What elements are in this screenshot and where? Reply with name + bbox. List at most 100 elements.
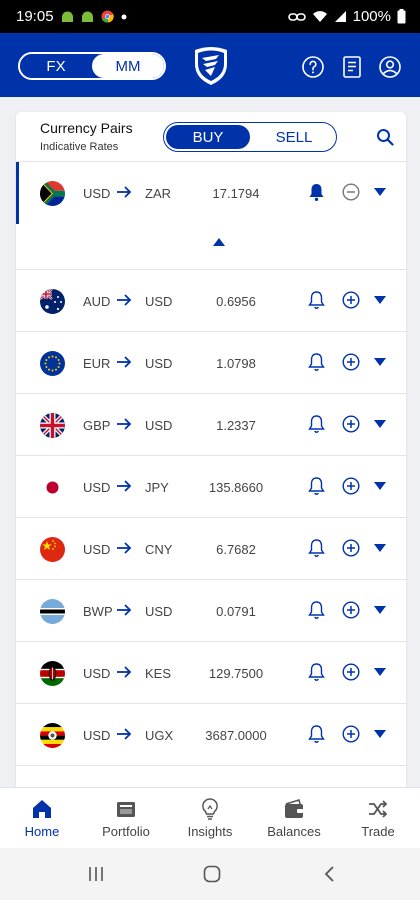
shuffle-icon [369, 800, 388, 818]
plus-circle-icon[interactable] [342, 663, 360, 681]
currency-row[interactable]: USD KES 129.7500 [16, 642, 406, 704]
chevron-down-icon[interactable] [374, 668, 386, 676]
nav-label: Insights [187, 824, 233, 839]
rate-value: 17.1794 [212, 186, 260, 201]
plus-circle-icon[interactable] [342, 725, 360, 743]
rate-value: 0.6956 [216, 294, 256, 309]
chevron-down-icon[interactable] [374, 730, 386, 738]
bw-flag-icon [40, 599, 65, 624]
arrow-right-icon [117, 356, 132, 368]
expanded-row-panel [16, 224, 406, 270]
chevron-up-icon[interactable] [213, 238, 225, 246]
chevron-down-icon[interactable] [374, 296, 386, 304]
minus-circle-icon[interactable] [342, 183, 360, 201]
home-icon [33, 800, 51, 818]
search-icon[interactable] [376, 128, 394, 146]
za-flag-icon [40, 181, 65, 206]
recents-icon[interactable] [86, 864, 106, 884]
currency-from: BWP [83, 604, 113, 619]
battery-icon [397, 9, 406, 24]
plus-circle-icon[interactable] [342, 477, 360, 495]
currency-row[interactable]: USD UGX 3687.0000 [16, 704, 406, 766]
nav-insights[interactable]: Insights [168, 788, 252, 849]
arrow-right-icon [117, 294, 132, 306]
currency-from: USD [83, 666, 111, 681]
bell-icon[interactable] [307, 662, 326, 682]
currency-from: EUR [83, 356, 111, 371]
currency-from: AUD [83, 294, 111, 309]
toggle-fx[interactable]: FX [20, 54, 92, 78]
plus-circle-icon[interactable] [342, 601, 360, 619]
nav-home[interactable]: Home [0, 788, 84, 849]
arrow-right-icon [117, 418, 132, 430]
rate-value: 1.2337 [216, 418, 256, 433]
buy-sell-toggle: BUY SELL [163, 122, 337, 152]
bell-icon[interactable] [307, 476, 326, 496]
bell-icon[interactable] [307, 414, 326, 434]
chevron-down-icon[interactable] [374, 482, 386, 490]
currency-row[interactable]: USD CNY 6.7682 [16, 518, 406, 580]
currency-to: USD [145, 418, 173, 433]
buy-button[interactable]: BUY [166, 125, 250, 149]
currency-from: USD [83, 542, 111, 557]
home-button-icon[interactable] [202, 864, 222, 884]
app-header: FX MM [0, 33, 420, 97]
bell-icon[interactable] [307, 290, 326, 310]
chevron-down-icon[interactable] [374, 544, 386, 552]
status-left: 19:05 [16, 8, 127, 25]
bell-filled-icon[interactable] [307, 182, 326, 202]
chrome-icon [101, 10, 114, 23]
card-title: Currency Pairs [40, 120, 133, 136]
currency-row[interactable]: USD ZAR 17.1794 [16, 162, 406, 224]
nav-label: Home [24, 824, 60, 839]
currency-row[interactable]: EUR USD 1.0798 [16, 332, 406, 394]
nav-label: Portfolio [102, 824, 150, 839]
currency-from: USD [83, 728, 111, 743]
chevron-down-icon[interactable] [374, 420, 386, 428]
chevron-down-icon[interactable] [374, 188, 386, 196]
nav-portfolio[interactable]: Portfolio [84, 788, 168, 849]
status-time: 19:05 [16, 8, 54, 25]
bell-icon[interactable] [307, 600, 326, 620]
jp-flag-icon [40, 475, 65, 500]
nav-label: Balances [267, 824, 321, 839]
nav-balances[interactable]: Balances [252, 788, 336, 849]
rate-value: 135.8660 [208, 480, 264, 495]
document-icon[interactable] [340, 55, 364, 79]
arrow-right-icon [117, 604, 132, 616]
currency-from: USD [83, 186, 111, 201]
plus-circle-icon[interactable] [342, 415, 360, 433]
android-icon [61, 11, 73, 22]
arrow-right-icon [117, 186, 132, 198]
currency-row[interactable]: AUD USD 0.6956 [16, 270, 406, 332]
nav-trade[interactable]: Trade [336, 788, 420, 849]
currency-to: USD [145, 294, 173, 309]
ke-flag-icon [40, 661, 65, 686]
link-icon [287, 12, 306, 21]
bank-logo-icon [195, 47, 227, 85]
currency-from: USD [83, 480, 111, 495]
bell-icon[interactable] [307, 724, 326, 744]
currency-row[interactable]: USD JPY 135.8660 [16, 456, 406, 518]
sell-button[interactable]: SELL [252, 123, 336, 151]
currency-to: JPY [145, 480, 169, 495]
plus-circle-icon[interactable] [342, 539, 360, 557]
chevron-down-icon[interactable] [374, 606, 386, 614]
bell-icon[interactable] [307, 538, 326, 558]
plus-circle-icon[interactable] [342, 353, 360, 371]
toggle-mm[interactable]: MM [92, 54, 164, 78]
currency-row[interactable]: GBP USD 1.2337 [16, 394, 406, 456]
lightbulb-icon [202, 798, 218, 820]
currency-from: GBP [83, 418, 111, 433]
help-icon[interactable] [301, 55, 325, 79]
bell-icon[interactable] [307, 352, 326, 372]
wallet-icon [285, 798, 303, 818]
plus-circle-icon[interactable] [342, 291, 360, 309]
rate-value: 129.7500 [208, 666, 264, 681]
au-flag-icon [40, 289, 65, 314]
user-icon[interactable] [378, 55, 402, 79]
back-icon[interactable] [320, 864, 340, 884]
card-header: Currency Pairs Indicative Rates BUY SELL [16, 112, 406, 162]
currency-row[interactable]: BWP USD 0.0791 [16, 580, 406, 642]
chevron-down-icon[interactable] [374, 358, 386, 366]
